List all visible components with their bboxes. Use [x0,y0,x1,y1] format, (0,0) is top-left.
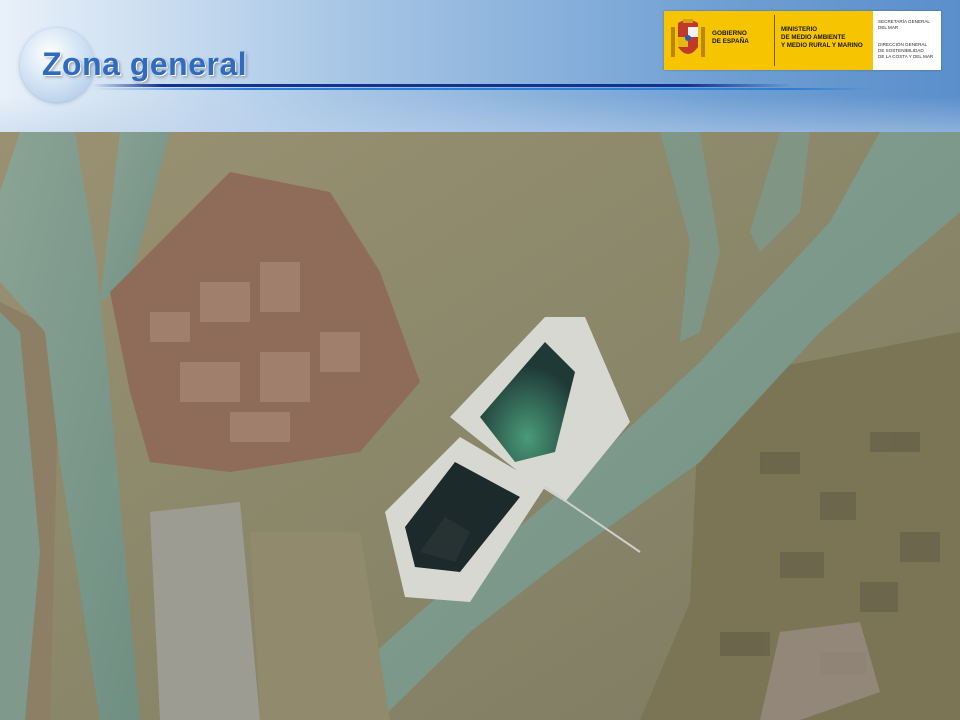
slide-header: Zona general GOBIERNO DE ESPAÑA MINISTER… [0,0,960,132]
title-underline-light [92,88,872,90]
title-underline-dark [92,84,792,87]
header-shade [0,96,960,132]
logo-direccion-line3: DE LA COSTA Y DEL MAR [878,54,934,59]
logo-gov-line2: DE ESPAÑA [712,38,749,45]
logo-secretaria-line1: SECRETARÍA GENERAL [878,19,930,24]
logo-ministry-line1: MINISTERIO [781,26,818,33]
logo-gov-line1: GOBIERNO [712,30,747,37]
logo-ministry-line2: DE MEDIO AMBIENTE [781,34,846,41]
logo-divider [774,15,775,66]
logo-ministry-line3: Y MEDIO RURAL Y MARINO [781,42,863,49]
logo-direccion-line1: DIRECCIÓN GENERAL [878,42,928,47]
logo-secretaria-line2: DEL MAR [878,25,899,30]
ministry-logo: GOBIERNO DE ESPAÑA MINISTERIO DE MEDIO A… [664,11,941,70]
aerial-map [0,132,960,720]
logo-direccion-line2: DE SOSTENIBILIDAD [878,48,924,53]
slide-title: Zona general [42,46,248,82]
coat-of-arms-icon [671,19,705,57]
